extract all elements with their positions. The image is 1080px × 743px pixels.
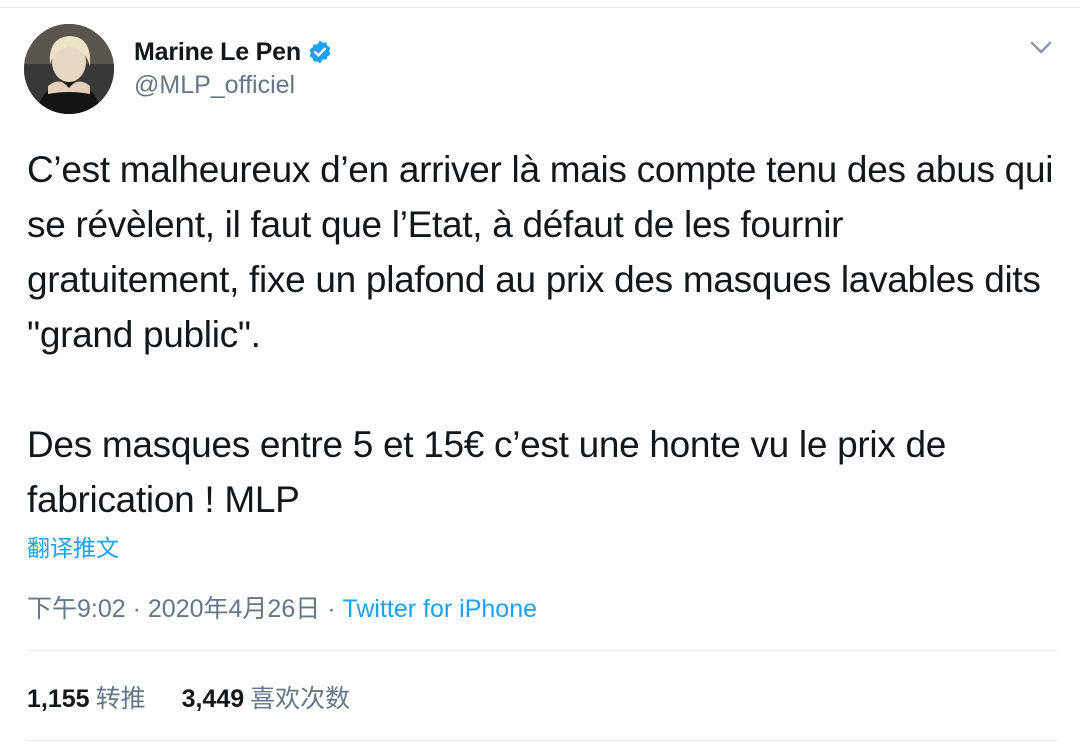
tweet-time[interactable]: 下午9:02: [27, 595, 126, 623]
author-name-row[interactable]: Marine Le Pen: [134, 33, 333, 71]
likes-count: 3,449: [181, 685, 245, 713]
author-handle[interactable]: @MLP_officiel: [134, 71, 295, 100]
tweet-date[interactable]: 2020年4月26日: [148, 595, 320, 623]
tweet-text: C’est malheureux d’en arriver là mais co…: [27, 142, 1057, 527]
bottom-divider: [27, 740, 1057, 741]
retweets-stat[interactable]: 1,155 转推: [27, 679, 146, 715]
tweet-paragraph: C’est malheureux d’en arriver là mais co…: [27, 149, 1054, 355]
verified-badge-icon: [307, 39, 333, 65]
meta-separator: ·: [327, 595, 336, 623]
author-display-name[interactable]: Marine Le Pen: [134, 38, 301, 67]
retweets-count: 1,155: [27, 685, 90, 713]
meta-separator: ·: [132, 595, 141, 623]
top-divider: [0, 7, 1080, 8]
likes-label: 喜欢次数: [250, 685, 351, 713]
tweet-meta: 下午9:02 · 2020年4月26日 · Twitter for iPhone: [27, 589, 537, 625]
tweet-paragraph: Des masques entre 5 et 15€ c’est une hon…: [27, 424, 947, 520]
translate-tweet-link[interactable]: 翻译推文: [27, 529, 119, 563]
tweet-stats: 1,155 转推 3,449 喜欢次数: [27, 679, 386, 715]
avatar[interactable]: [24, 24, 114, 114]
retweets-label: 转推: [95, 685, 146, 713]
likes-stat[interactable]: 3,449 喜欢次数: [182, 679, 351, 715]
tweet-source-link[interactable]: Twitter for iPhone: [342, 595, 537, 623]
chevron-down-icon[interactable]: [1026, 32, 1056, 62]
stats-divider: [27, 650, 1057, 651]
